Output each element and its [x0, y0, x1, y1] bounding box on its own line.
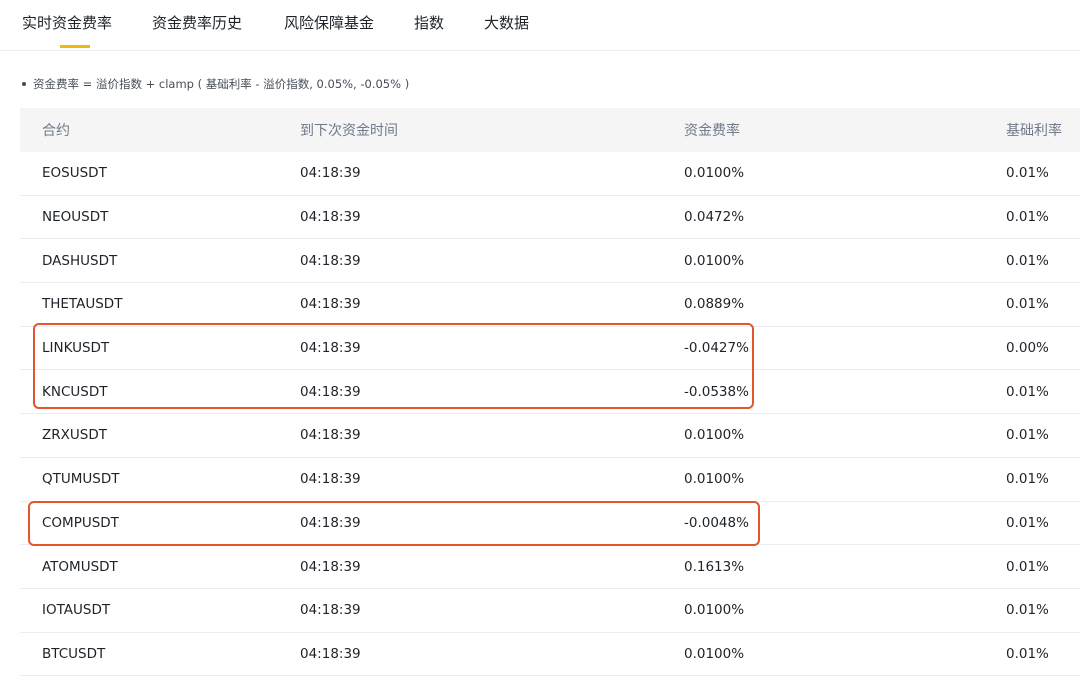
contract-symbol: ZRXUSDT — [42, 427, 107, 444]
header-next-funding-time[interactable]: 到下次资金时间 — [300, 120, 398, 140]
table-row[interactable]: ATOMUSDT 04:18:39 0.1613% 0.01% — [20, 545, 1080, 589]
interest-rate: 0.00% — [1006, 340, 1049, 357]
tab-funding-rate-history[interactable]: 资金费率历史 — [152, 12, 242, 33]
funding-rate: 0.0100% — [684, 471, 745, 488]
tab-big-data[interactable]: 大数据 — [484, 12, 529, 33]
next-funding-time: 04:18:39 — [300, 209, 361, 226]
tab-bar: 实时资金费率 资金费率历史 风险保障基金 指数 大数据 — [0, 0, 1080, 51]
contract-symbol: DASHUSDT — [42, 252, 118, 269]
contract-symbol: ATOMUSDT — [42, 558, 118, 575]
tab-index[interactable]: 指数 — [414, 12, 444, 33]
contract-symbol: LINKUSDT — [42, 340, 110, 357]
interest-rate: 0.01% — [1006, 296, 1049, 313]
table-row[interactable]: COMPUSDT 04:18:39 -0.0048% 0.01% — [20, 502, 1080, 546]
interest-rate: 0.01% — [1006, 514, 1049, 531]
table-row[interactable]: LINKUSDT 04:18:39 -0.0427% 0.00% — [20, 327, 1080, 371]
funding-rate: 0.0100% — [684, 427, 745, 444]
funding-rate-formula: 资金费率 = 溢价指数 + clamp ( 基础利率 - 溢价指数, 0.05%… — [22, 76, 409, 92]
funding-rate-table: 合约 到下次资金时间 资金费率 基础利率 EOSUSDT 04:18:39 0.… — [20, 108, 1080, 676]
header-contract[interactable]: 合约 — [42, 120, 70, 140]
next-funding-time: 04:18:39 — [300, 165, 361, 182]
active-tab-indicator — [60, 45, 90, 48]
table-row[interactable]: KNCUSDT 04:18:39 -0.0538% 0.01% — [20, 370, 1080, 415]
funding-rate: 0.0100% — [684, 602, 745, 619]
next-funding-time: 04:18:39 — [300, 471, 361, 488]
tab-realtime-funding-rate[interactable]: 实时资金费率 — [22, 12, 112, 33]
next-funding-time: 04:18:39 — [300, 427, 361, 444]
funding-rate: -0.0048% — [684, 514, 749, 531]
table-row[interactable]: QTUMUSDT 04:18:39 0.0100% 0.01% — [20, 458, 1080, 502]
interest-rate: 0.01% — [1006, 471, 1049, 488]
table-row[interactable]: BTCUSDT 04:18:39 0.0100% 0.01% — [20, 633, 1080, 676]
contract-symbol: NEOUSDT — [42, 209, 109, 226]
header-funding-rate[interactable]: 资金费率 — [684, 120, 740, 140]
contract-symbol: BTCUSDT — [42, 645, 106, 662]
contract-symbol: QTUMUSDT — [42, 471, 120, 488]
funding-rate: 0.0472% — [684, 209, 745, 226]
table-row[interactable]: THETAUSDT 04:18:39 0.0889% 0.01% — [20, 283, 1080, 327]
funding-rate: 0.1613% — [684, 558, 745, 575]
table-row[interactable]: NEOUSDT 04:18:39 0.0472% 0.01% — [20, 196, 1080, 240]
interest-rate: 0.01% — [1006, 209, 1049, 226]
table-header: 合约 到下次资金时间 资金费率 基础利率 — [20, 108, 1080, 152]
contract-symbol: IOTAUSDT — [42, 602, 111, 619]
interest-rate: 0.01% — [1006, 252, 1049, 269]
header-interest-rate[interactable]: 基础利率 — [1006, 120, 1062, 140]
next-funding-time: 04:18:39 — [300, 383, 361, 400]
table-row[interactable]: DASHUSDT 04:18:39 0.0100% 0.01% — [20, 239, 1080, 284]
interest-rate: 0.01% — [1006, 602, 1049, 619]
funding-rate: 0.0100% — [684, 252, 745, 269]
interest-rate: 0.01% — [1006, 427, 1049, 444]
contract-symbol: KNCUSDT — [42, 383, 108, 400]
next-funding-time: 04:18:39 — [300, 514, 361, 531]
table-row[interactable]: ZRXUSDT 04:18:39 0.0100% 0.01% — [20, 414, 1080, 458]
funding-rate: 0.0100% — [684, 165, 745, 182]
funding-rate: 0.0100% — [684, 645, 745, 662]
next-funding-time: 04:18:39 — [300, 602, 361, 619]
contract-symbol: COMPUSDT — [42, 514, 119, 531]
table-row[interactable]: IOTAUSDT 04:18:39 0.0100% 0.01% — [20, 589, 1080, 633]
next-funding-time: 04:18:39 — [300, 645, 361, 662]
funding-rate: -0.0538% — [684, 383, 749, 400]
next-funding-time: 04:18:39 — [300, 558, 361, 575]
interest-rate: 0.01% — [1006, 645, 1049, 662]
interest-rate: 0.01% — [1006, 165, 1049, 182]
table-row[interactable]: EOSUSDT 04:18:39 0.0100% 0.01% — [20, 152, 1080, 196]
tab-insurance-fund[interactable]: 风险保障基金 — [284, 12, 374, 33]
next-funding-time: 04:18:39 — [300, 296, 361, 313]
interest-rate: 0.01% — [1006, 558, 1049, 575]
interest-rate: 0.01% — [1006, 383, 1049, 400]
contract-symbol: THETAUSDT — [42, 296, 123, 313]
formula-text: 资金费率 = 溢价指数 + clamp ( 基础利率 - 溢价指数, 0.05%… — [33, 77, 410, 91]
funding-rate: -0.0427% — [684, 340, 749, 357]
bullet-icon — [22, 81, 26, 86]
funding-rate: 0.0889% — [684, 296, 745, 313]
next-funding-time: 04:18:39 — [300, 252, 361, 269]
contract-symbol: EOSUSDT — [42, 165, 107, 182]
next-funding-time: 04:18:39 — [300, 340, 361, 357]
